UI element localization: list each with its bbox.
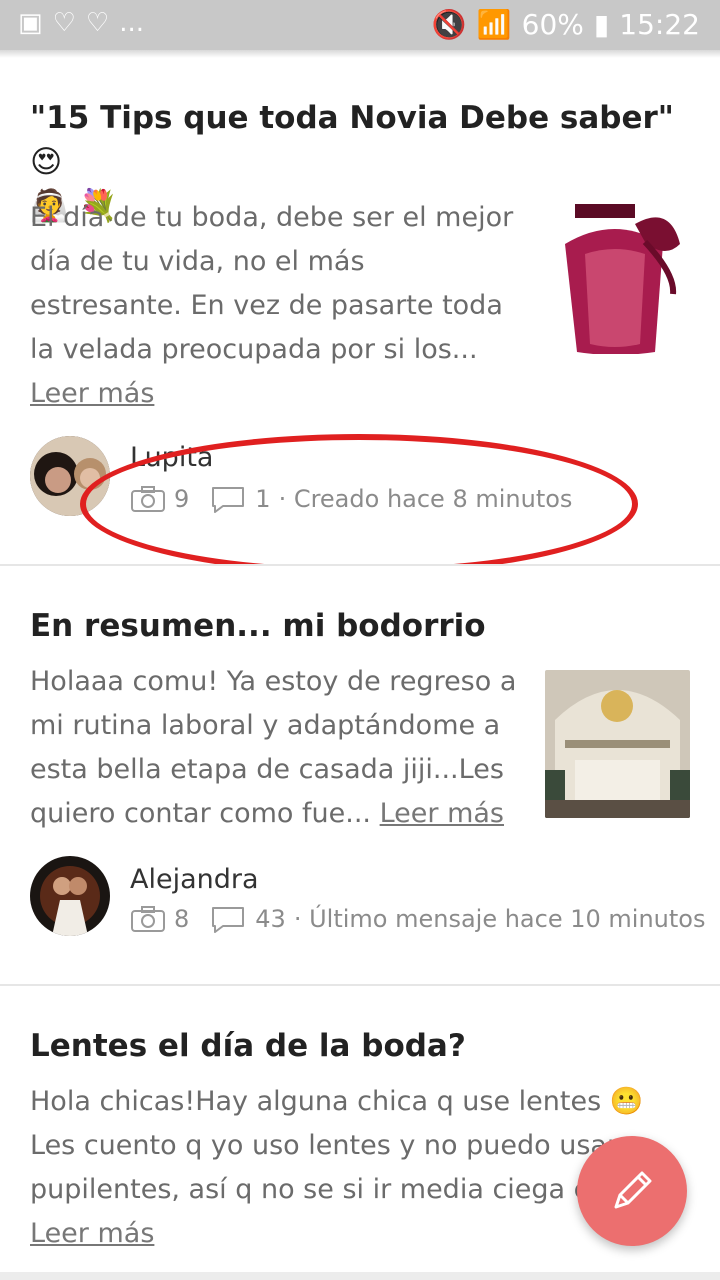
avatar[interactable]	[30, 856, 110, 936]
photo-count: 8	[174, 905, 190, 933]
notification-more: ...	[119, 8, 144, 38]
new-post-button[interactable]	[577, 1136, 687, 1246]
post-card[interactable]: "15 Tips que toda Novia Debe saber" 😍 👰 …	[0, 58, 720, 574]
highlight-circle	[80, 434, 638, 574]
heart-icon: ♡	[52, 8, 76, 38]
post-thumbnail[interactable]	[545, 204, 687, 354]
camera-icon	[131, 906, 165, 932]
heart-eyes-emoji-icon: 😍	[30, 144, 63, 180]
status-left-icons: ▣ ♡ ♡ ...	[18, 8, 144, 38]
heart-icon: ♡	[85, 8, 110, 38]
comment-icon	[212, 907, 245, 933]
post-excerpt: Holaaa comu! Ya estoy de regreso a mi ru…	[30, 666, 517, 829]
post-card[interactable]: En resumen... mi bodorrio Holaaa comu! Y…	[0, 566, 720, 984]
post-title[interactable]: En resumen... mi bodorrio	[30, 604, 486, 648]
author-name[interactable]: Alejandra	[130, 864, 259, 895]
church-image	[545, 670, 690, 818]
post-time: · Último mensaje hace 10 minutos	[293, 905, 706, 933]
post-title[interactable]: Lentes el día de la boda?	[30, 1024, 466, 1068]
next-post-edge	[0, 1272, 720, 1280]
perfume-image	[545, 204, 687, 354]
read-more-link[interactable]: Leer más	[380, 798, 504, 829]
battery-icon: ▮	[593, 8, 610, 41]
mute-icon: 🔇	[431, 8, 467, 41]
clock: 15:22	[619, 8, 700, 41]
post-thumbnail[interactable]	[545, 670, 690, 818]
pencil-icon	[614, 1171, 652, 1209]
status-right-icons: 🔇 📶 60% ▮ 15:22	[432, 8, 700, 41]
post-excerpt: El día de tu boda, debe ser el mejor día…	[30, 202, 514, 409]
comment-count: 43	[255, 905, 286, 933]
post-meta: 8 43 · Último mensaje hace 10 minutos	[130, 904, 705, 934]
toolbar-shadow	[0, 50, 720, 58]
read-more-link[interactable]: Leer más	[30, 378, 154, 409]
battery-percent: 60%	[521, 8, 584, 41]
wifi-icon: 📶	[476, 8, 512, 41]
read-more-link[interactable]: Leer más	[30, 1218, 154, 1249]
status-bar: ▣ ♡ ♡ ... 🔇 📶 60% ▮ 15:22	[0, 0, 720, 50]
gallery-icon: ▣	[18, 8, 43, 38]
